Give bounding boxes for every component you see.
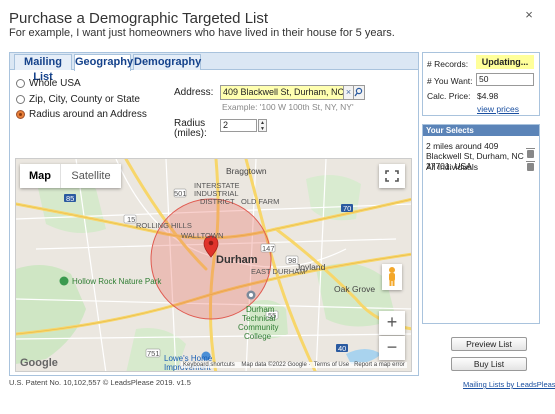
tab-demography[interactable]: Demography: [133, 54, 201, 70]
route-label: 15: [127, 215, 136, 224]
search-button[interactable]: [354, 85, 365, 100]
place-label: Oak Grove: [334, 284, 376, 294]
place-label: DISTRICT: [200, 197, 235, 206]
place-label: Durham: [246, 305, 275, 314]
place-label: OLD FARM: [241, 197, 280, 206]
selects-heading: Your Selects: [423, 125, 539, 136]
radius-unit-label: (miles):: [174, 128, 207, 139]
records-panel: # Records: Updating... # You Want: 50 Ca…: [422, 52, 540, 116]
preview-list-button[interactable]: Preview List: [451, 337, 527, 351]
map-view-button[interactable]: Map: [20, 164, 60, 188]
place-label: WALLTOWN: [181, 231, 224, 240]
leadsplease-link[interactable]: Mailing Lists by LeadsPlease: [463, 380, 555, 389]
place-label-durham: Durham: [216, 254, 258, 266]
price-value: $4.98: [477, 91, 499, 101]
option-zip-city-county-state[interactable]: Zip, City, County or State: [16, 94, 140, 105]
place-label: Technical: [242, 314, 276, 323]
buy-list-button[interactable]: Buy List: [451, 357, 527, 371]
terms-link[interactable]: Terms of Use: [314, 362, 349, 368]
keyboard-shortcuts-link[interactable]: Keyboard shortcuts: [183, 362, 235, 368]
route-label: 40: [338, 344, 347, 353]
clear-icon[interactable]: ×: [344, 85, 354, 100]
tab-bar: Mailing List Geography Demography: [10, 53, 418, 83]
route-label: 501: [174, 189, 187, 198]
google-logo: Google: [20, 357, 58, 369]
map[interactable]: 501 15 85 70 147 98 55 40 751 Braggtown …: [15, 158, 412, 372]
patent-notice: U.S. Patent No. 10,102,557 © LeadsPlease…: [9, 378, 191, 387]
dialog-subtitle: For example, I want just homeowners who …: [9, 27, 395, 39]
search-icon: [354, 87, 363, 97]
option-whole-usa[interactable]: Whole USA: [16, 78, 81, 89]
records-value: Updating...: [476, 55, 534, 69]
option-label: Radius around an Address: [29, 109, 147, 120]
trash-icon[interactable]: [526, 161, 535, 171]
radio-zip-city[interactable]: [16, 95, 25, 104]
option-label: Zip, City, County or State: [29, 94, 140, 105]
zoom-out-button[interactable]: −: [379, 336, 405, 360]
route-label: 70: [343, 204, 352, 213]
place-label: Community: [238, 323, 279, 332]
place-label: ROLLING HILLS: [136, 221, 192, 230]
satellite-view-button[interactable]: Satellite: [60, 164, 121, 188]
address-label: Address:: [174, 87, 214, 98]
map-footer: Keyboard shortcuts Map data ©2022 Google…: [181, 362, 407, 368]
route-label: 751: [147, 349, 160, 358]
fullscreen-button[interactable]: [379, 164, 405, 188]
route-label: 147: [262, 244, 275, 253]
selects-panel: Your Selects 2 miles around 409 Blackwel…: [422, 124, 540, 324]
close-icon[interactable]: ×: [522, 8, 536, 22]
chevron-down-icon[interactable]: ▼: [259, 126, 266, 132]
fullscreen-icon: [385, 170, 399, 182]
trash-icon[interactable]: [526, 148, 535, 158]
want-input[interactable]: 50: [476, 73, 534, 86]
place-label: Braggtown: [226, 166, 267, 176]
address-input[interactable]: 409 Blackwell St, Durham, NC 27701,: [220, 85, 344, 100]
view-prices-link[interactable]: view prices: [477, 104, 519, 114]
place-label: Hollow Rock Nature Park: [72, 277, 162, 286]
place-label: College: [244, 332, 272, 341]
option-label: Whole USA: [29, 78, 81, 89]
address-example: Example: '100 W 100th St, NY, NY': [222, 102, 354, 112]
zoom-in-button[interactable]: +: [379, 311, 405, 335]
want-label: # You Want:: [427, 76, 473, 86]
place-label: Joyland: [296, 262, 326, 272]
price-label: Calc. Price:: [427, 91, 471, 101]
map-data-credit: Map data ©2022 Google: [241, 362, 307, 368]
radio-whole-usa[interactable]: [16, 79, 25, 88]
geography-panel: Mailing List Geography Demography Whole …: [9, 52, 419, 376]
report-error-link[interactable]: Report a map error: [354, 362, 405, 368]
pegman-icon[interactable]: [382, 264, 402, 290]
tab-geography[interactable]: Geography: [74, 54, 133, 71]
radius-input[interactable]: 2: [220, 119, 257, 132]
records-label: # Records:: [427, 59, 469, 69]
map-type-toggle[interactable]: Map Satellite: [20, 164, 121, 188]
radius-stepper[interactable]: ▲ ▼: [258, 119, 267, 132]
tab-mailing-list[interactable]: Mailing List: [14, 54, 72, 83]
dialog-title: Purchase a Demographic Targeted List: [9, 10, 269, 27]
route-label: 85: [66, 194, 75, 203]
radio-radius-address[interactable]: [16, 110, 25, 119]
list-item: All Individuals: [426, 162, 478, 172]
option-radius-address[interactable]: Radius around an Address: [16, 109, 147, 120]
